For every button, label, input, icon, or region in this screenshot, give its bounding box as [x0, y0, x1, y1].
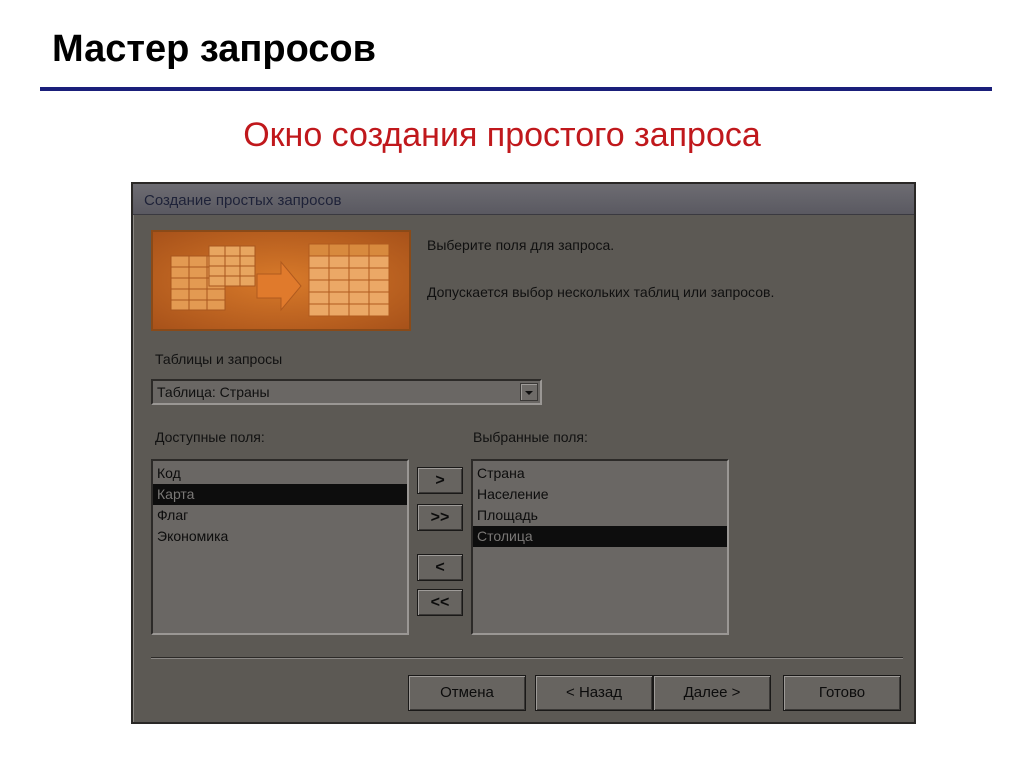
- next-button[interactable]: Далее >: [653, 675, 771, 711]
- dialog-titlebar[interactable]: Создание простых запросов: [133, 184, 914, 215]
- back-button[interactable]: < Назад: [535, 675, 653, 711]
- combobox-value: Таблица: Страны: [157, 384, 270, 400]
- chevron-down-icon: [525, 391, 533, 395]
- query-wizard-dialog: Создание простых запросов Выберите поля …: [131, 182, 916, 724]
- list-item[interactable]: Население: [473, 484, 727, 505]
- tables-queries-label: Таблицы и запросы: [155, 351, 283, 367]
- slide-title: Мастер запросов: [52, 28, 377, 70]
- instruction-select-fields: Выберите поля для запроса.: [427, 237, 615, 253]
- list-item[interactable]: Флаг: [153, 505, 407, 526]
- combobox-dropdown-button[interactable]: [520, 383, 538, 401]
- wizard-illustration: [151, 230, 411, 331]
- slide-subtitle: Окно создания простого запроса: [243, 116, 761, 154]
- finish-button[interactable]: Готово: [783, 675, 901, 711]
- available-fields-listbox[interactable]: Код Карта Флаг Экономика: [151, 459, 409, 635]
- table-to-query-illustration-icon: [153, 232, 409, 329]
- add-all-fields-button[interactable]: >>: [417, 504, 463, 531]
- list-item[interactable]: Страна: [473, 463, 727, 484]
- button-separator: [151, 657, 903, 659]
- available-fields-label: Доступные поля:: [155, 429, 265, 445]
- add-field-button[interactable]: >: [417, 467, 463, 494]
- list-item[interactable]: Экономика: [153, 526, 407, 547]
- list-item[interactable]: Площадь: [473, 505, 727, 526]
- instruction-multiple-tables: Допускается выбор нескольких таблиц или …: [427, 284, 775, 300]
- remove-field-button[interactable]: <: [417, 554, 463, 581]
- selected-fields-label: Выбранные поля:: [473, 429, 588, 445]
- remove-all-fields-button[interactable]: <<: [417, 589, 463, 616]
- list-item[interactable]: Код: [153, 463, 407, 484]
- list-item[interactable]: Карта: [153, 484, 407, 505]
- tables-queries-combobox[interactable]: Таблица: Страны: [151, 379, 542, 405]
- cancel-button[interactable]: Отмена: [408, 675, 526, 711]
- list-item[interactable]: Столица: [473, 526, 727, 547]
- title-rule: [40, 87, 992, 91]
- selected-fields-listbox[interactable]: Страна Население Площадь Столица: [471, 459, 729, 635]
- dialog-title: Создание простых запросов: [144, 192, 342, 209]
